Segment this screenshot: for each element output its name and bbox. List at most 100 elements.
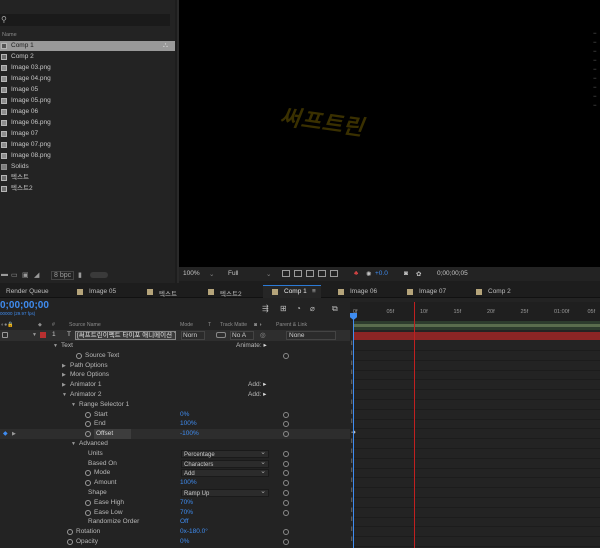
- add-menu[interactable]: Add: ▸: [248, 380, 266, 390]
- grid-guides-icon[interactable]: [318, 270, 326, 277]
- tab-item[interactable]: Image 07: [419, 288, 446, 295]
- keyframe-track[interactable]: [353, 498, 600, 508]
- composition-viewer[interactable]: [179, 0, 600, 267]
- exposure-value[interactable]: +0.0: [375, 270, 388, 277]
- keyframe-track[interactable]: [353, 527, 600, 538]
- blend-mode-dropdown[interactable]: Norn: [181, 331, 205, 340]
- color-manage-icon[interactable]: ♣: [354, 270, 358, 277]
- work-area-bar[interactable]: [353, 324, 600, 327]
- property-row[interactable]: ▼ Advanced: [0, 439, 350, 449]
- property-value[interactable]: 0x-180.0°: [180, 527, 208, 537]
- property-value[interactable]: 70%: [180, 508, 193, 518]
- project-item[interactable]: Image 07: [0, 129, 175, 139]
- tab-item[interactable]: Comp 1: [284, 288, 307, 295]
- flowchart-icon[interactable]: ⛬: [163, 42, 171, 50]
- keyframe-track[interactable]: [353, 508, 600, 518]
- keyframe-track[interactable]: [353, 370, 600, 381]
- parent-dropdown[interactable]: None: [286, 331, 336, 340]
- pickwhip-icon[interactable]: ◎: [260, 331, 266, 339]
- viewer-timecode[interactable]: 0;00;00;05: [437, 270, 468, 277]
- project-item[interactable]: Image 05: [0, 85, 175, 95]
- stopwatch-icon[interactable]: [85, 431, 91, 438]
- stopwatch-icon[interactable]: [85, 509, 91, 516]
- expand-triangle-icon[interactable]: ▼: [71, 439, 76, 449]
- layer-duration-bar[interactable]: [353, 332, 600, 340]
- expression-spiral-icon[interactable]: [283, 421, 289, 428]
- property-row[interactable]: Rotation 0x-180.0°: [0, 527, 350, 537]
- keyframe-track[interactable]: [353, 400, 600, 410]
- new-comp-icon[interactable]: ▣: [22, 271, 29, 279]
- expression-spiral-icon[interactable]: [283, 480, 289, 487]
- stopwatch-icon[interactable]: [85, 480, 91, 487]
- expression-spiral-icon[interactable]: [283, 352, 289, 359]
- thumbnail-slider[interactable]: [90, 272, 108, 278]
- draft-3d-icon[interactable]: ⊞: [280, 304, 287, 313]
- property-dropdown[interactable]: Ramp Up: [181, 488, 269, 497]
- show-snapshot-icon[interactable]: ✿: [416, 270, 421, 278]
- property-row[interactable]: Source Text: [0, 351, 350, 361]
- keyframe-track[interactable]: [353, 429, 600, 440]
- project-item[interactable]: Comp 2: [0, 52, 175, 62]
- expand-triangle-icon[interactable]: ▶: [62, 370, 66, 380]
- project-item[interactable]: Image 06: [0, 107, 175, 117]
- add-button-icon[interactable]: ▸: [262, 342, 266, 349]
- project-item[interactable]: 텍스트: [0, 173, 175, 183]
- property-value[interactable]: 70%: [180, 498, 193, 508]
- stopwatch-icon[interactable]: [67, 539, 73, 545]
- expand-triangle-icon[interactable]: ▼: [53, 341, 58, 351]
- track-matte-header[interactable]: Track Matte: [220, 322, 247, 328]
- stopwatch-icon[interactable]: [76, 352, 82, 359]
- expression-spiral-icon[interactable]: [283, 431, 289, 438]
- property-row[interactable]: Shape Ramp Up: [0, 488, 350, 498]
- add-button-icon[interactable]: ▸: [261, 391, 266, 398]
- chevron-down-icon[interactable]: ⌄: [209, 270, 214, 278]
- keyframe-track[interactable]: [353, 419, 600, 430]
- stopwatch-icon[interactable]: [85, 470, 91, 477]
- property-row[interactable]: ▶ Animator 1 Add: ▸: [0, 380, 350, 390]
- property-value[interactable]: 0%: [180, 537, 189, 547]
- stopwatch-icon[interactable]: [85, 499, 91, 506]
- expression-spiral-icon[interactable]: [283, 450, 289, 457]
- playhead-marker[interactable]: [414, 302, 415, 548]
- comp-flowchart-icon[interactable]: ⇶: [262, 304, 269, 313]
- keyframe-track[interactable]: [353, 410, 600, 420]
- exposure-icon[interactable]: ✺: [366, 270, 371, 278]
- property-row[interactable]: Ease Low 70%: [0, 508, 350, 518]
- keyframe-track[interactable]: [353, 341, 600, 351]
- add-menu[interactable]: Animate: ▸: [236, 341, 267, 351]
- property-value[interactable]: Off: [180, 517, 189, 527]
- keyframe-track[interactable]: [353, 537, 600, 547]
- keyframe-track[interactable]: [353, 488, 600, 498]
- expression-spiral-icon[interactable]: [283, 490, 289, 496]
- property-value[interactable]: 100%: [180, 419, 197, 429]
- property-row[interactable]: ▼ Text Animate: ▸: [0, 341, 350, 351]
- trash-icon[interactable]: ▮: [78, 271, 82, 279]
- graph-editor-icon[interactable]: ⧉: [332, 304, 338, 314]
- keyframe-track[interactable]: [353, 439, 600, 449]
- expand-triangle-icon[interactable]: ▼: [71, 400, 76, 410]
- project-item[interactable]: Image 08.png: [0, 151, 175, 161]
- motion-blur-icon[interactable]: ◔: [296, 304, 301, 313]
- stopwatch-icon[interactable]: [85, 421, 91, 428]
- visibility-icon[interactable]: [2, 332, 8, 338]
- preserve-transparency-icon[interactable]: [216, 332, 226, 338]
- property-row[interactable]: ▼ Range Selector 1: [0, 400, 350, 410]
- property-row[interactable]: ▶ Path Options: [0, 361, 350, 371]
- zoom-dropdown[interactable]: 100%: [183, 270, 200, 277]
- tab-item[interactable]: 텍스트2: [220, 288, 242, 298]
- project-name-column-header[interactable]: Name: [2, 32, 17, 38]
- keyframe-nav-icon[interactable]: ◆: [3, 429, 8, 439]
- expression-spiral-icon[interactable]: [283, 470, 289, 477]
- interpret-footage-icon[interactable]: ▬: [1, 271, 8, 278]
- project-item[interactable]: 텍스트2: [0, 184, 175, 194]
- project-item[interactable]: Image 03.png: [0, 63, 175, 73]
- add-menu[interactable]: Add: ▸: [248, 390, 266, 400]
- label-column-icon[interactable]: ◆: [38, 322, 42, 328]
- property-value[interactable]: -100%: [180, 429, 199, 439]
- av-switches-icon[interactable]: ◐●🔒: [1, 322, 14, 328]
- keyframe-track[interactable]: [353, 380, 600, 391]
- property-row[interactable]: Opacity 0%: [0, 537, 350, 547]
- mode-header[interactable]: Mode: [180, 322, 193, 328]
- property-row[interactable]: Units Percentage: [0, 449, 350, 459]
- add-button-icon[interactable]: ▸: [261, 381, 266, 388]
